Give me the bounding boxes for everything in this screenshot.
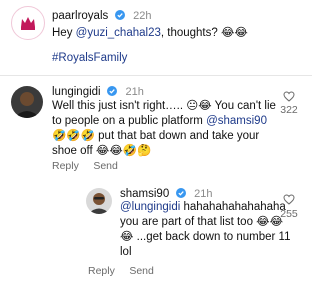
- comment1-reply-button[interactable]: Reply: [52, 160, 79, 172]
- comment1-header: lungingidi 21h: [52, 82, 144, 100]
- comment2-mention[interactable]: @lungingidi: [120, 201, 180, 213]
- verified-badge-icon: [107, 83, 118, 96]
- comment1-username[interactable]: lungingidi: [52, 86, 101, 98]
- comment2-line1-post: hahahahahahahaha: [180, 201, 286, 213]
- post-text-post: , thoughts? 😂😂: [160, 27, 248, 39]
- comment1-line2: to people on a public platform @shamsi90: [52, 114, 277, 129]
- comment2-time: 21h: [194, 188, 213, 200]
- post-text-pre: Hey: [52, 27, 76, 39]
- comment2-like-count: 255: [280, 208, 298, 220]
- comment2-actions: Reply Send: [88, 261, 154, 279]
- comment2-send-button[interactable]: Send: [129, 265, 154, 277]
- post-text: Hey @yuzi_chahal23, thoughts? 😂😂: [52, 26, 248, 41]
- comment1-send-button[interactable]: Send: [93, 160, 118, 172]
- post-hashtag[interactable]: #RoyalsFamily: [52, 52, 127, 64]
- user-photo-icon: [86, 188, 112, 214]
- verified-badge-icon: [114, 7, 125, 20]
- comment2-line3: 😂 ...get back down to number 11: [120, 231, 291, 243]
- comment1-line1: Well this just isn't right….. 😐😂 You can…: [52, 100, 276, 112]
- post-mention[interactable]: @yuzi_chahal23: [76, 27, 161, 39]
- heart-icon: [283, 194, 295, 205]
- divider: [0, 75, 312, 76]
- comment1-line3: 🤣🤣🤣 put that bat down and take your: [52, 130, 260, 142]
- post-time: 22h: [133, 10, 152, 22]
- comment2-text: @lungingidi hahahahahahahaha you are par…: [120, 200, 291, 260]
- avatar-shamsi90[interactable]: [86, 188, 112, 214]
- post-header: paarlroyals 22h: [52, 6, 152, 24]
- comment2-line4: lol: [120, 246, 132, 258]
- comment1-time: 21h: [125, 86, 144, 98]
- comment2-reply-button[interactable]: Reply: [88, 265, 115, 277]
- comment2-line2: you are part of that list too 😂😂: [120, 216, 284, 228]
- heart-icon: [283, 91, 295, 102]
- verified-badge-icon: [175, 185, 186, 198]
- comment1-line2-pre: to people on a public platform: [52, 115, 207, 127]
- comment2-line1: @lungingidi hahahahahahahaha: [120, 200, 286, 215]
- avatar-lungingidi[interactable]: [11, 86, 43, 118]
- comment2-username[interactable]: shamsi90: [120, 188, 169, 200]
- comment1-mention[interactable]: @shamsi90: [206, 115, 267, 127]
- comment1-like-count: 322: [280, 104, 298, 116]
- comment1-actions: Reply Send: [52, 156, 118, 174]
- avatar-paarlroyals[interactable]: [11, 6, 45, 40]
- post-username[interactable]: paarlroyals: [52, 10, 108, 22]
- comment1-text: Well this just isn't right….. 😐😂 You can…: [52, 99, 277, 159]
- user-photo-icon: [11, 86, 43, 118]
- royals-logo-icon: [13, 8, 43, 38]
